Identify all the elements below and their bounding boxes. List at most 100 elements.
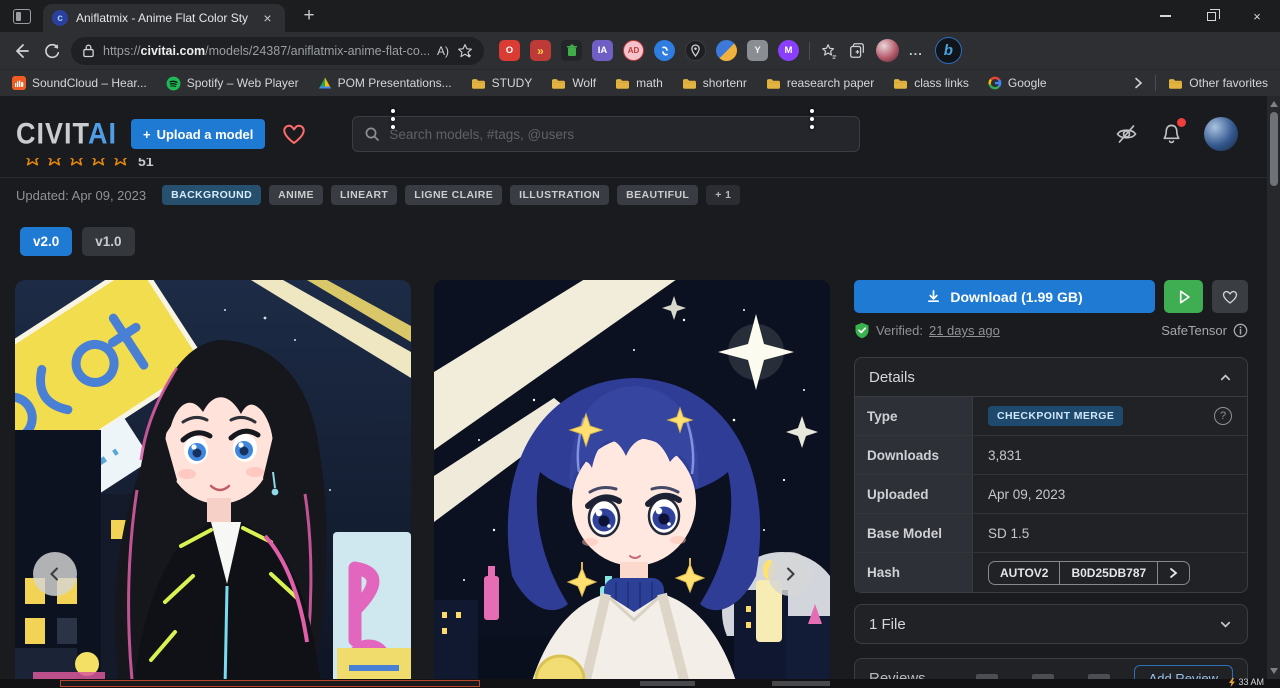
bookmark-folder-wolf[interactable]: Wolf (551, 76, 596, 90)
address-bar[interactable]: https://civitai.com/models/24387/aniflat… (71, 37, 484, 65)
run-model-button[interactable] (1164, 280, 1203, 313)
details-panel: Details Type CHECKPOINT MERGE ? Download… (854, 357, 1248, 593)
detail-row-base-model: Base Model SD 1.5 (855, 514, 1247, 553)
close-button[interactable]: × (1234, 0, 1280, 32)
pin-icon (690, 44, 701, 57)
bing-discover-icon[interactable]: b (935, 37, 962, 64)
tag-lineart[interactable]: LINEART (331, 185, 397, 205)
browser-menu-icon[interactable]: ... (909, 43, 923, 58)
tag-beautiful[interactable]: BEAUTIFUL (617, 185, 698, 205)
bookmark-folder-shortenr[interactable]: shortenr (682, 76, 747, 90)
notification-dot (1177, 118, 1186, 127)
bookmark-soundcloud[interactable]: SoundCloud – Hear... (12, 76, 147, 90)
favorites-hub-icon[interactable] (820, 42, 838, 60)
ext-fastforward-icon[interactable]: » (530, 40, 551, 61)
collections-icon[interactable] (848, 42, 866, 60)
scrollbar-up-arrow[interactable] (1270, 101, 1278, 107)
bookmark-google[interactable]: Google (988, 76, 1047, 90)
hash-algo: AUTOV2 (989, 562, 1059, 584)
ext-trash-icon[interactable] (561, 40, 582, 61)
details-table: Type CHECKPOINT MERGE ? Downloads 3,831 … (855, 396, 1247, 592)
model-image-starry-girl[interactable] (434, 280, 830, 688)
detail-row-downloads: Downloads 3,831 (855, 436, 1247, 475)
ext-y-icon[interactable]: Y (747, 40, 768, 61)
new-tab-button[interactable]: + (297, 5, 321, 27)
ext-ia-icon[interactable]: IA (592, 40, 613, 61)
tag-ligne-claire[interactable]: LIGNE CLAIRE (405, 185, 502, 205)
scrollbar-thumb[interactable] (1270, 112, 1278, 186)
ext-globe-icon[interactable] (716, 40, 737, 61)
restore-button[interactable] (1188, 0, 1234, 32)
model-image-neon-city[interactable] (15, 280, 411, 688)
tab-actions-icon[interactable] (13, 9, 31, 24)
page-scrollbar[interactable] (1267, 96, 1280, 688)
detail-row-uploaded: Uploaded Apr 09, 2023 (855, 475, 1247, 514)
star-icon[interactable] (24, 158, 41, 167)
minimize-button[interactable] (1142, 0, 1188, 32)
upload-model-button[interactable]: + Upload a model (131, 119, 265, 149)
browser-tab[interactable]: c Aniflatmix - Anime Flat Color Sty × (43, 4, 285, 32)
search-bar[interactable] (352, 116, 860, 152)
ext-shazam-icon[interactable] (654, 40, 675, 61)
star-icon[interactable] (90, 158, 107, 167)
star-icon[interactable] (68, 158, 85, 167)
type-help-icon[interactable]: ? (1214, 407, 1232, 425)
carousel-next-button[interactable] (768, 552, 812, 596)
ext-soundcloud-icon[interactable]: O (499, 40, 520, 61)
search-icon (364, 126, 380, 142)
type-badge[interactable]: CHECKPOINT MERGE (988, 406, 1123, 426)
bookmark-folder-class-links[interactable]: class links (893, 76, 969, 90)
image1-menu-button[interactable] (388, 106, 398, 132)
files-header[interactable]: 1 File (855, 605, 1247, 643)
notifications-button[interactable] (1160, 122, 1183, 146)
soundcloud-icon (12, 76, 26, 90)
carousel-prev-button[interactable] (33, 552, 77, 596)
star-icon[interactable] (46, 158, 63, 167)
browser-profile-avatar[interactable] (876, 39, 899, 62)
immersive-reader-icon[interactable]: A) (437, 44, 449, 58)
bookmark-pom-presentations[interactable]: POM Presentations... (318, 76, 452, 90)
files-panel: 1 File (854, 604, 1248, 644)
bookmark-folder-math[interactable]: math (615, 76, 663, 90)
ext-adblock-icon[interactable]: AD (623, 40, 644, 61)
other-favorites[interactable]: Other favorites (1168, 76, 1268, 90)
hash-pill[interactable]: AUTOV2 B0D25DB787 (988, 561, 1190, 585)
extensions-row: O » IA AD Y M ... b (499, 37, 962, 64)
bookmarks-overflow-icon[interactable] (1134, 77, 1143, 89)
taskbar-sliver: 33 AM (0, 679, 1280, 688)
refresh-button[interactable] (40, 39, 64, 63)
user-avatar[interactable] (1204, 117, 1238, 151)
ext-pin-icon[interactable] (685, 40, 706, 61)
ext-m-icon[interactable]: M (778, 40, 799, 61)
version-v1-button[interactable]: v1.0 (82, 227, 134, 256)
info-icon[interactable] (1233, 323, 1248, 338)
heart-icon (281, 122, 307, 146)
details-header[interactable]: Details (855, 358, 1247, 396)
favorite-model-button[interactable] (1212, 280, 1248, 313)
hide-content-eye-off-icon[interactable] (1114, 122, 1139, 146)
liked-models-button[interactable] (281, 122, 307, 146)
hash-expand-chevron-icon[interactable] (1157, 562, 1189, 584)
scrollbar-down-arrow[interactable] (1270, 668, 1278, 674)
detail-row-type: Type CHECKPOINT MERGE ? (855, 397, 1247, 436)
version-v2-button[interactable]: v2.0 (20, 227, 72, 256)
tab-close-icon[interactable]: × (259, 10, 276, 27)
url-text: https://civitai.com/models/24387/aniflat… (103, 44, 429, 58)
image2-menu-button[interactable] (807, 106, 817, 132)
tag-more[interactable]: + 1 (706, 185, 740, 205)
tag-background[interactable]: BACKGROUND (162, 185, 261, 205)
tag-illustration[interactable]: ILLUSTRATION (510, 185, 609, 205)
back-button[interactable] (9, 39, 33, 63)
folder-icon (682, 77, 697, 90)
download-button[interactable]: Download (1.99 GB) (854, 280, 1155, 313)
tag-anime[interactable]: ANIME (269, 185, 323, 205)
civitai-logo[interactable]: CIVITAI (16, 117, 117, 150)
verified-time-link[interactable]: 21 days ago (929, 323, 1000, 338)
search-input[interactable] (389, 127, 848, 142)
bookmark-folder-reasearch-paper[interactable]: reasearch paper (766, 76, 874, 90)
bookmark-folder-study[interactable]: STUDY (471, 76, 533, 90)
star-icon[interactable] (112, 158, 129, 167)
bookmark-spotify[interactable]: Spotify – Web Player (166, 76, 299, 91)
favorite-star-icon[interactable] (457, 43, 473, 59)
taskbar-clock: 33 AM (1229, 677, 1264, 687)
